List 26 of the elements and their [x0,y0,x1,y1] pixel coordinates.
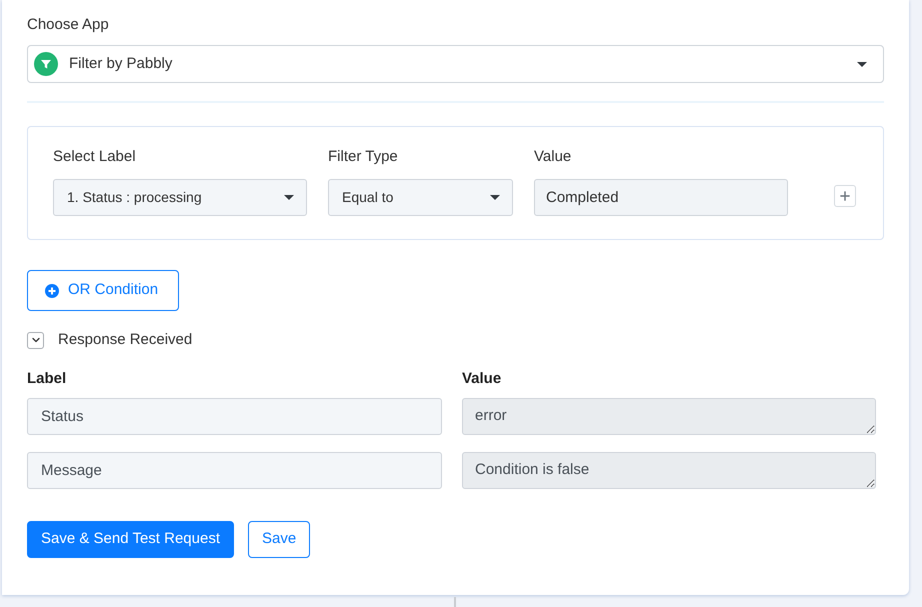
value-input[interactable]: Completed [534,179,788,216]
field-label: Select Label [53,147,136,167]
add-condition-button[interactable] [834,185,856,207]
column-heading: Label [27,369,66,389]
field-label: Filter Type [328,147,398,167]
label-field[interactable]: Status [27,398,442,435]
value-field[interactable]: Condition is false [462,452,876,489]
field-label: Choose App [27,15,109,35]
or-condition-button[interactable]: OR Condition [27,270,179,311]
save-and-test-button[interactable]: Save & Send Test Request [27,521,234,558]
column-heading: Value [462,369,502,389]
caret-icon [490,195,500,200]
section-title: Response Received [58,330,192,350]
expand-toggle[interactable] [27,332,44,348]
caret-icon [284,195,294,200]
app-select[interactable]: Filter by Pabbly [27,45,884,83]
save-button[interactable]: Save [248,521,310,558]
funnel-icon [34,52,58,76]
value-field[interactable]: error [462,398,876,435]
dropdown-field[interactable]: Equal to [328,179,513,216]
caret-icon [857,62,867,66]
plus-circle-icon [45,284,59,298]
plus-icon [838,189,852,203]
label-field[interactable]: Message [27,452,442,489]
field-label: Value [534,147,572,167]
dropdown-field[interactable]: 1. Status : processing [53,179,307,216]
